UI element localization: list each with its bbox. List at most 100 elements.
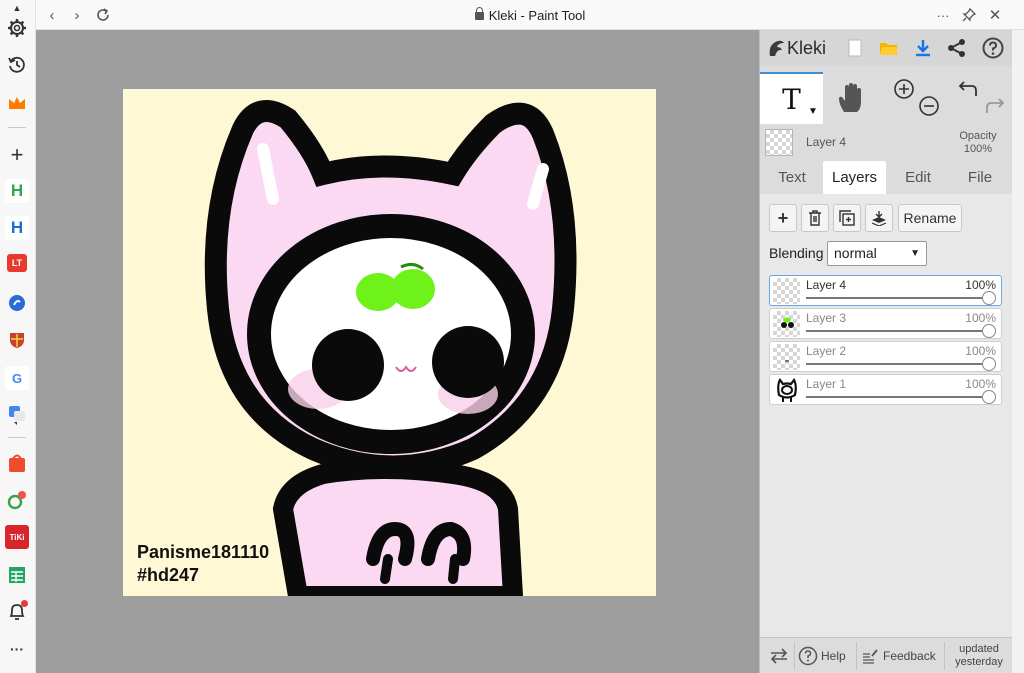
- more-icon[interactable]: ···: [5, 637, 29, 661]
- delete-layer-button[interactable]: [801, 204, 829, 232]
- app-window: ▲ + H H LT G TiKi ··· ‹ › Kleki - Paint …: [0, 0, 1024, 673]
- translate-icon[interactable]: [5, 403, 29, 427]
- footer-divider: [944, 642, 945, 670]
- canvas-caption-line1: Panisme181110: [137, 542, 270, 562]
- download-icon[interactable]: [912, 37, 934, 59]
- blending-select[interactable]: normal ▼: [827, 241, 927, 266]
- pin-icon[interactable]: [959, 5, 979, 25]
- text-tool-label: T: [782, 82, 801, 116]
- active-layer-thumbnail: [765, 129, 793, 156]
- lock-icon: [474, 7, 484, 20]
- rename-layer-button[interactable]: Rename: [898, 204, 962, 232]
- layer-opacity-slider[interactable]: [806, 357, 996, 371]
- crown-icon[interactable]: [5, 91, 29, 115]
- help-circle-icon: [798, 646, 818, 666]
- layer-opacity: 100%: [965, 344, 996, 358]
- trash-icon: [809, 210, 821, 226]
- help-icon[interactable]: [982, 37, 1004, 59]
- gear-icon[interactable]: [5, 16, 29, 40]
- feedback-label: Feedback: [883, 649, 936, 663]
- merge-layer-button[interactable]: [865, 204, 893, 232]
- hand-tool-button[interactable]: [826, 72, 876, 124]
- layer-row-4[interactable]: Layer 4 100%: [769, 275, 1002, 306]
- bell-icon[interactable]: [5, 599, 29, 623]
- sheets-icon[interactable]: [5, 563, 29, 587]
- zoom-in-icon[interactable]: [893, 78, 915, 100]
- tab-edit[interactable]: Edit: [888, 161, 948, 194]
- tab-layers[interactable]: Layers: [823, 161, 886, 194]
- open-folder-icon[interactable]: [878, 37, 900, 59]
- window-title: Kleki - Paint Tool: [36, 7, 1024, 23]
- layer-thumbnail: [773, 278, 800, 304]
- layer-thumbnail: [773, 344, 800, 370]
- layer-opacity-slider[interactable]: [806, 291, 996, 305]
- layer-opacity-slider[interactable]: [806, 324, 996, 338]
- app-lt-icon[interactable]: LT: [7, 254, 27, 272]
- app-shield-icon[interactable]: [5, 328, 29, 352]
- blending-label: Blending: [769, 245, 824, 261]
- canvas-area[interactable]: Panisme181110 #hd247: [36, 30, 759, 673]
- merge-down-icon: [871, 211, 887, 226]
- layer-row-2[interactable]: Layer 2 100%: [769, 341, 1002, 372]
- app-h2-icon[interactable]: H: [5, 216, 29, 240]
- kleki-logo[interactable]: Kleki: [766, 37, 826, 59]
- tiki-icon[interactable]: TiKi: [5, 525, 29, 549]
- scrollbar[interactable]: [1012, 30, 1024, 673]
- drawing-canvas[interactable]: Panisme181110 #hd247: [123, 89, 656, 596]
- chevron-up-icon[interactable]: ▲: [5, 2, 29, 14]
- footer-divider: [856, 642, 857, 670]
- history-buttons: [950, 72, 1010, 124]
- redo-icon[interactable]: [983, 95, 1005, 117]
- updated-line1: updated: [959, 643, 999, 655]
- zoom-out-icon[interactable]: [918, 95, 940, 117]
- tiki-label: TiKi: [9, 532, 25, 542]
- feedback-icon: [863, 649, 878, 664]
- panel-header: Kleki: [760, 30, 1013, 66]
- slider-knob[interactable]: [982, 291, 996, 305]
- add-layer-button[interactable]: +: [769, 204, 797, 232]
- google-label: G: [11, 370, 23, 386]
- chevron-down-icon[interactable]: ▼: [808, 106, 818, 117]
- plus-icon[interactable]: +: [5, 142, 29, 167]
- new-image-icon[interactable]: [844, 37, 866, 59]
- layer-opacity: 100%: [965, 311, 996, 325]
- opacity-label: Opacity: [959, 130, 997, 142]
- help-label: Help: [821, 649, 846, 663]
- layer-row-1[interactable]: Layer 1 100%: [769, 374, 1002, 405]
- close-icon[interactable]: ✕: [985, 5, 1005, 25]
- shopee-icon[interactable]: [5, 451, 29, 475]
- web-tool-icon[interactable]: [5, 488, 29, 512]
- undo-icon[interactable]: [958, 78, 980, 100]
- layer-thumbnail: [773, 311, 800, 337]
- title-bar: ‹ › Kleki - Paint Tool ··· ✕: [36, 0, 1024, 30]
- updated-line2: yesterday: [955, 656, 1003, 668]
- share-icon[interactable]: [946, 37, 968, 59]
- tab-text[interactable]: Text: [764, 161, 820, 194]
- layer-thumbnail: [773, 377, 800, 403]
- app-blue-icon[interactable]: [5, 291, 29, 315]
- feedback-link[interactable]: Feedback: [862, 638, 936, 673]
- slider-knob[interactable]: [982, 324, 996, 338]
- updated-status[interactable]: updated yesterday: [948, 638, 1010, 673]
- slider-knob[interactable]: [982, 390, 996, 404]
- tab-file[interactable]: File: [950, 161, 1010, 194]
- duplicate-layer-button[interactable]: [833, 204, 861, 232]
- swap-sides-icon[interactable]: [766, 638, 792, 673]
- hand-icon: [839, 83, 861, 112]
- zoom-buttons: [885, 72, 945, 124]
- opacity-value[interactable]: 100%: [953, 143, 1003, 155]
- layer-opacity-slider[interactable]: [806, 390, 996, 404]
- layers-pane: + Rename Blending normal ▼ Layer 4 100%: [760, 194, 1013, 637]
- history-icon[interactable]: [5, 53, 29, 77]
- active-layer-info: Layer 4 Opacity 100%: [760, 126, 1013, 160]
- blending-value: normal: [834, 245, 877, 261]
- layer-row-3[interactable]: Layer 3 100%: [769, 308, 1002, 339]
- rename-label: Rename: [903, 210, 957, 226]
- notification-dot: [21, 600, 28, 607]
- help-link[interactable]: Help: [798, 638, 846, 673]
- more-menu-icon[interactable]: ···: [933, 5, 953, 25]
- google-icon[interactable]: G: [5, 366, 29, 390]
- slider-knob[interactable]: [982, 357, 996, 371]
- layer-opacity: 100%: [965, 377, 996, 391]
- app-h-icon[interactable]: H: [5, 179, 29, 203]
